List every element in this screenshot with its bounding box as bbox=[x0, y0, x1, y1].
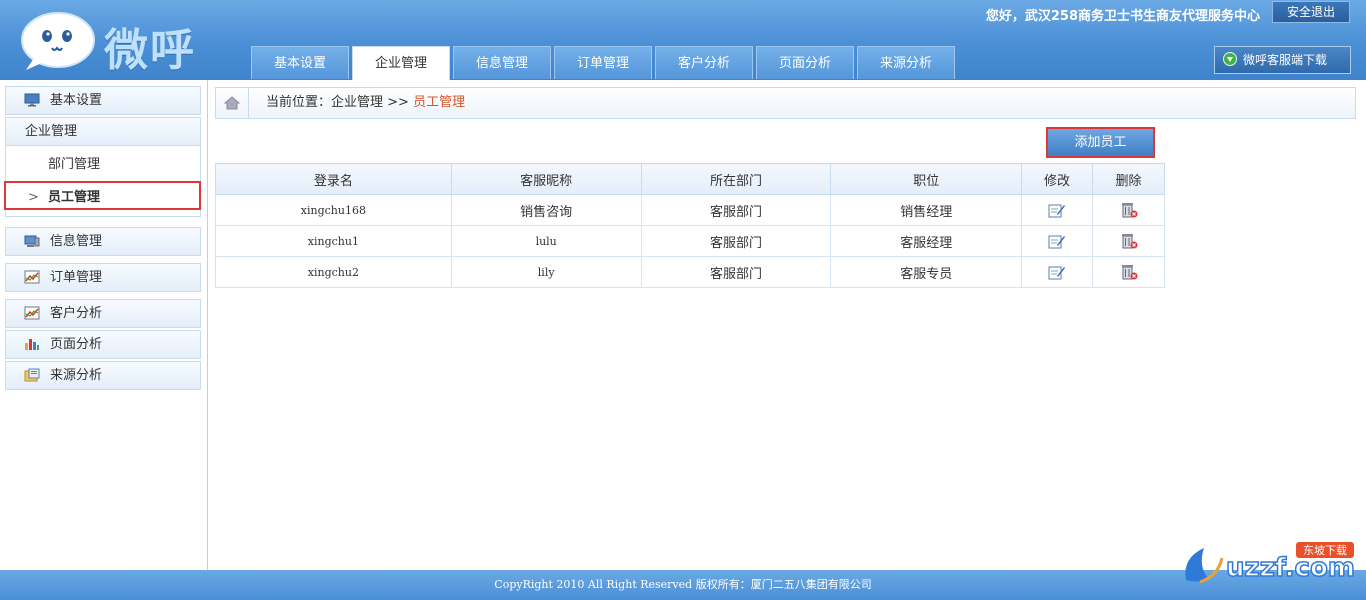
tab-order-management[interactable]: 订单管理 bbox=[554, 46, 652, 79]
column-header-position: 职位 bbox=[830, 163, 1023, 195]
cell-login: xingchu1 bbox=[215, 225, 452, 257]
column-header-login: 登录名 bbox=[215, 163, 452, 195]
cell-nickname: 销售咨询 bbox=[450, 194, 642, 226]
uzzf-watermark-logo: uzzf.com 东坡下载 bbox=[1185, 542, 1356, 584]
column-header-department: 所在部门 bbox=[640, 163, 832, 195]
cell-position: 客服经理 bbox=[830, 225, 1023, 257]
sidebar-submenu-enterprise: 部门管理 > 员工管理 bbox=[4, 146, 201, 217]
chevron-right-icon: > bbox=[28, 190, 39, 205]
logout-button[interactable]: 安全退出 bbox=[1272, 1, 1350, 23]
home-icon[interactable] bbox=[224, 96, 240, 110]
breadcrumb-prefix: 当前位置：企业管理 >> bbox=[266, 95, 414, 110]
table-header-row: 登录名 客服昵称 所在部门 职位 修改 删除 bbox=[215, 163, 1165, 195]
trash-delete-icon[interactable] bbox=[1120, 264, 1138, 280]
table-row: xingchu168 销售咨询 客服部门 销售经理 bbox=[215, 194, 1165, 226]
sidebar-item-source-analysis[interactable]: 来源分析 bbox=[5, 361, 201, 390]
sidebar-item-label: 信息管理 bbox=[50, 234, 103, 249]
cell-login: xingchu2 bbox=[215, 256, 452, 288]
sidebar-item-basic-settings[interactable]: 基本设置 bbox=[5, 86, 201, 115]
trash-delete-icon[interactable] bbox=[1120, 202, 1138, 218]
cell-department: 客服部门 bbox=[640, 256, 832, 288]
breadcrumb-text: 当前位置：企业管理 >> 员工管理 bbox=[266, 88, 465, 118]
svg-text:东坡下载: 东坡下载 bbox=[1303, 544, 1347, 557]
download-label: 微呼客服端下载 bbox=[1243, 53, 1328, 67]
tab-enterprise-management[interactable]: 企业管理 bbox=[352, 46, 450, 80]
bar-chart-icon bbox=[25, 339, 39, 350]
sidebar-item-info[interactable]: 信息管理 bbox=[5, 227, 201, 256]
sidebar-item-customer-analysis[interactable]: 客户分析 bbox=[5, 299, 201, 328]
sidebar-item-page-analysis[interactable]: 页面分析 bbox=[5, 330, 201, 359]
cell-login: xingchu168 bbox=[215, 194, 452, 226]
trash-delete-icon[interactable] bbox=[1120, 233, 1138, 249]
table-row: xingchu1 lulu 客服部门 客服经理 bbox=[215, 225, 1165, 257]
tab-customer-analysis[interactable]: 客户分析 bbox=[655, 46, 753, 79]
cell-edit bbox=[1021, 194, 1094, 226]
cell-delete bbox=[1092, 225, 1165, 257]
sidebar-subitem-label: 部门管理 bbox=[48, 157, 101, 172]
sidebar-item-order[interactable]: 订单管理 bbox=[5, 263, 201, 292]
line-chart-icon bbox=[24, 270, 40, 284]
cell-position: 销售经理 bbox=[830, 194, 1023, 226]
table-row: xingchu2 lily 客服部门 客服专员 bbox=[215, 256, 1165, 288]
cell-position: 客服专员 bbox=[830, 256, 1023, 288]
sidebar-item-label: 来源分析 bbox=[50, 368, 103, 383]
cell-edit bbox=[1021, 256, 1094, 288]
sidebar-subitem-staff[interactable]: > 员工管理 bbox=[4, 181, 201, 210]
sidebar-item-label: 基本设置 bbox=[50, 93, 103, 108]
sidebar-item-enterprise[interactable]: 企业管理 bbox=[5, 117, 201, 146]
sidebar-item-label: 客户分析 bbox=[50, 306, 103, 321]
cell-delete bbox=[1092, 256, 1165, 288]
cell-department: 客服部门 bbox=[640, 194, 832, 226]
header: 微呼 您好，武汉258商务卫士书生商友代理服务中心 安全退出 基本设置 企业管理… bbox=[0, 0, 1366, 80]
edit-icon[interactable] bbox=[1048, 233, 1066, 249]
logo[interactable]: 微呼 bbox=[18, 8, 218, 76]
download-client-button[interactable]: 微呼客服端下载 bbox=[1214, 46, 1351, 74]
column-header-delete: 删除 bbox=[1092, 163, 1165, 195]
cell-edit bbox=[1021, 225, 1094, 257]
sidebar-subitem-label: 员工管理 bbox=[48, 190, 101, 205]
sidebar-item-label: 订单管理 bbox=[50, 270, 103, 285]
tab-source-analysis[interactable]: 来源分析 bbox=[857, 46, 955, 79]
folder-icon bbox=[24, 368, 40, 382]
tab-info-management[interactable]: 信息管理 bbox=[453, 46, 551, 79]
logo-text: 微呼 bbox=[104, 25, 196, 76]
tab-page-analysis[interactable]: 页面分析 bbox=[756, 46, 854, 79]
sidebar-item-label: 页面分析 bbox=[50, 337, 103, 352]
staff-table: 登录名 客服昵称 所在部门 职位 修改 删除 xingchu168 销售咨询 客… bbox=[215, 163, 1165, 288]
column-header-edit: 修改 bbox=[1021, 163, 1094, 195]
tab-basic-settings[interactable]: 基本设置 bbox=[251, 46, 349, 79]
breadcrumb-current: 员工管理 bbox=[413, 95, 466, 110]
cell-department: 客服部门 bbox=[640, 225, 832, 257]
add-staff-button[interactable]: 添加员工 bbox=[1046, 127, 1155, 158]
computer-icon bbox=[24, 235, 40, 247]
cell-nickname: lily bbox=[450, 256, 642, 288]
monitor-icon bbox=[24, 93, 40, 107]
line-chart-icon bbox=[24, 306, 40, 320]
column-header-nickname: 客服昵称 bbox=[450, 163, 642, 195]
download-icon bbox=[1223, 52, 1237, 66]
edit-icon[interactable] bbox=[1048, 202, 1066, 218]
edit-icon[interactable] bbox=[1048, 264, 1066, 280]
sidebar-subitem-department[interactable]: 部门管理 bbox=[6, 150, 200, 179]
sidebar-item-label: 企业管理 bbox=[25, 124, 78, 139]
breadcrumb-divider bbox=[248, 88, 249, 118]
user-greeting: 您好，武汉258商务卫士书生商友代理服务中心 bbox=[985, 9, 1260, 24]
footer-copyright: CopyRight 2010 All Right Reserved 版权所有：厦… bbox=[0, 570, 1366, 600]
logo-bubble-icon bbox=[21, 12, 95, 70]
cell-delete bbox=[1092, 194, 1165, 226]
cell-nickname: lulu bbox=[450, 225, 642, 257]
breadcrumb: 当前位置：企业管理 >> 员工管理 bbox=[215, 87, 1356, 119]
main-nav-tabs: 基本设置 企业管理 信息管理 订单管理 客户分析 页面分析 来源分析 bbox=[251, 46, 958, 80]
